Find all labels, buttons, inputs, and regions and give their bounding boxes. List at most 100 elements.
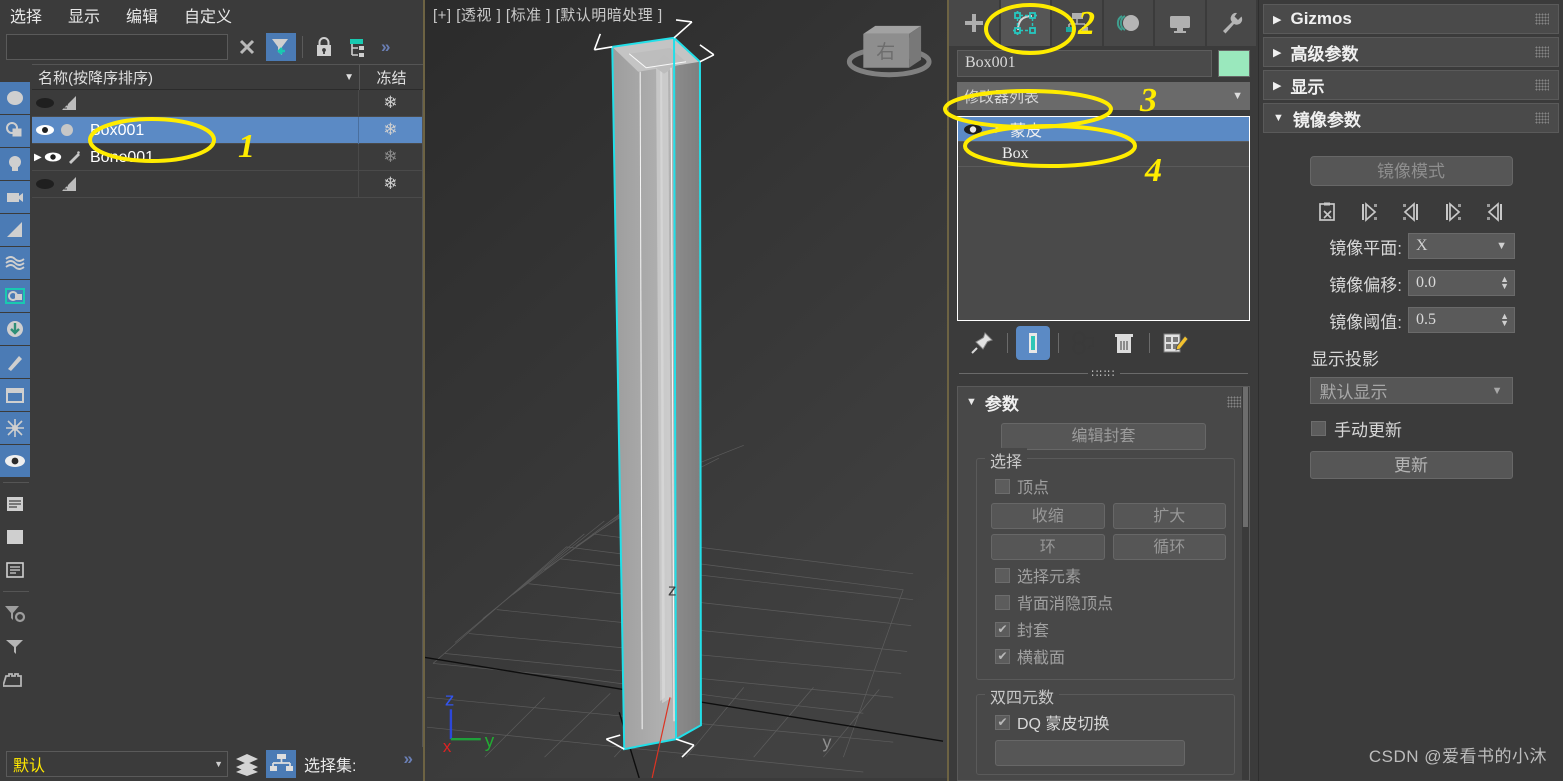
backface-cull-row[interactable]: 背面消隐顶点: [995, 590, 1226, 614]
modifier-stack[interactable]: ▶ 蒙皮 Box: [957, 116, 1250, 321]
chevron-down-icon[interactable]: ▼: [1232, 90, 1243, 102]
table-row[interactable]: ❄: [32, 170, 422, 198]
layers-stack-icon[interactable]: [232, 750, 262, 778]
table-row[interactable]: ▶ Bone001 ❄: [32, 143, 422, 171]
row-frozen-cell[interactable]: ❄: [359, 147, 422, 167]
spinner-arrows-icon[interactable]: ▲ ▼: [1500, 275, 1509, 291]
paste-green-to-blue-icon[interactable]: [1401, 202, 1421, 222]
mirror-paste-icon[interactable]: [1317, 202, 1337, 222]
edit-envelope-button[interactable]: 编辑封套: [1001, 423, 1206, 450]
hierarchy-icon[interactable]: [343, 33, 373, 61]
checkbox-checked[interactable]: ✔: [995, 714, 1010, 730]
chevron-down-icon[interactable]: ▼: [214, 759, 223, 769]
visibility-eye-icon[interactable]: [0, 445, 30, 477]
manual-update-row[interactable]: 手动更新: [1311, 416, 1559, 441]
search-input[interactable]: [6, 34, 228, 60]
expand-triangle-icon[interactable]: ▶: [34, 152, 42, 163]
panel-resize-handle[interactable]: ∷∷∷: [959, 367, 1248, 380]
space-warps-icon[interactable]: [0, 247, 30, 279]
containers-icon[interactable]: [0, 379, 30, 411]
object-color-swatch[interactable]: [1218, 49, 1250, 77]
spinner-arrows-icon[interactable]: ▲ ▼: [1500, 312, 1509, 328]
statusbar-overflow-icon[interactable]: »: [404, 749, 413, 769]
hierarchy-tab[interactable]: [1052, 0, 1102, 46]
menu-customize[interactable]: 自定义: [184, 3, 232, 27]
xrefs-icon[interactable]: [0, 313, 30, 345]
mirror-offset-stepper[interactable]: 0.0 ▲ ▼: [1408, 270, 1515, 296]
paste-green-to-blue-vertex-icon[interactable]: [1485, 202, 1505, 222]
column-name-header[interactable]: 名称(按降序排序) ▼: [32, 64, 360, 90]
particles-icon[interactable]: [0, 412, 30, 444]
row-name[interactable]: [86, 170, 359, 198]
modifier-stack-item-box[interactable]: Box: [958, 142, 1249, 167]
layer-selector[interactable]: 默认 ▼: [6, 751, 228, 777]
layers-list-icon[interactable]: [0, 488, 30, 520]
viewport-perspective[interactable]: [+] [透视 ] [标准 ] [默认明暗处理 ] z y z y x 右: [425, 0, 949, 781]
table-row[interactable]: Box001 ❄: [32, 116, 422, 144]
chevron-down-icon[interactable]: ▼: [1496, 240, 1507, 252]
properties-icon[interactable]: [0, 554, 30, 586]
triangle-right-icon[interactable]: ▶: [1273, 46, 1281, 59]
blank-square-icon[interactable]: [0, 521, 30, 553]
chevron-down-icon[interactable]: ▼: [344, 72, 354, 83]
pin-stack-icon[interactable]: [965, 326, 999, 360]
show-end-result-icon[interactable]: [1016, 326, 1050, 360]
paste-blue-to-green-vertex-icon[interactable]: [1443, 202, 1463, 222]
shapes-icon[interactable]: [0, 115, 30, 147]
modify-tab[interactable]: [1000, 0, 1050, 46]
filter-icon[interactable]: [266, 33, 296, 61]
row-name[interactable]: [86, 90, 359, 117]
shrink-button[interactable]: 收缩: [991, 503, 1105, 529]
update-button[interactable]: 更新: [1309, 451, 1513, 479]
viewport-label[interactable]: [+] [透视 ] [标准 ] [默认明暗处理 ]: [433, 4, 663, 25]
modifier-eye-icon[interactable]: [958, 123, 988, 136]
row-frozen-cell[interactable]: ❄: [359, 120, 422, 140]
grow-button[interactable]: 扩大: [1112, 503, 1226, 529]
mirror-threshold-stepper[interactable]: 0.5 ▲ ▼: [1408, 307, 1515, 333]
rollout-mirror-params[interactable]: ▼ 镜像参数: [1263, 103, 1559, 133]
mirror-mode-button[interactable]: 镜像模式: [1309, 156, 1513, 186]
triangle-down-icon[interactable]: ▼: [1273, 112, 1284, 124]
rollout-gizmos[interactable]: ▶ Gizmos: [1263, 4, 1559, 34]
expand-triangle-icon[interactable]: ▶: [988, 124, 1010, 135]
row-name[interactable]: Bone001: [86, 143, 359, 171]
cross-section-row[interactable]: ✔ 横截面: [995, 644, 1226, 668]
checkbox[interactable]: [1311, 421, 1326, 436]
dq-skin-toggle-row[interactable]: ✔ DQ 蒙皮切换: [995, 710, 1226, 734]
dq-extra-button[interactable]: [995, 740, 1185, 766]
helpers-icon[interactable]: [0, 214, 30, 246]
panel-scrollbar[interactable]: [1242, 387, 1249, 780]
chevron-down-icon[interactable]: ▼: [1492, 385, 1503, 397]
filter-funnel-icon[interactable]: [0, 630, 30, 662]
utilities-tab[interactable]: [1206, 0, 1256, 46]
rollout-display[interactable]: ▶ 显示: [1263, 70, 1559, 100]
mirror-plane-select[interactable]: X ▼: [1408, 233, 1515, 259]
remove-modifier-icon[interactable]: [1107, 326, 1141, 360]
viewport-canvas[interactable]: z . . . . . . . . y z y x: [425, 0, 947, 779]
filter-gear-icon[interactable]: [0, 597, 30, 629]
cameras-icon[interactable]: [0, 181, 30, 213]
create-tab[interactable]: [949, 0, 999, 46]
checkbox[interactable]: [995, 478, 1010, 494]
select-element-row[interactable]: 选择元素: [995, 563, 1226, 587]
container-icon[interactable]: [0, 663, 30, 695]
paste-blue-to-green-icon[interactable]: [1359, 202, 1379, 222]
lock-icon[interactable]: [309, 33, 339, 61]
triangle-right-icon[interactable]: ▶: [1273, 13, 1281, 26]
toolbar-overflow-icon[interactable]: »: [381, 37, 390, 57]
vertex-checkbox-row[interactable]: 顶点: [995, 474, 1226, 498]
display-tab[interactable]: [1155, 0, 1205, 46]
geometry-sphere-icon[interactable]: [0, 82, 30, 114]
parameters-rollout-header[interactable]: ▼ 参数: [958, 387, 1249, 417]
modifier-list-dropdown[interactable]: 修改器列表 ▼: [957, 82, 1250, 110]
make-unique-icon[interactable]: [1067, 326, 1101, 360]
clear-x-icon[interactable]: [232, 33, 262, 61]
display-projection-select[interactable]: 默认显示 ▼: [1309, 377, 1513, 404]
row-frozen-cell[interactable]: ❄: [359, 174, 422, 194]
checkbox[interactable]: [995, 594, 1010, 610]
groups-icon[interactable]: [0, 280, 30, 312]
rollout-advanced-params[interactable]: ▶ 高级参数: [1263, 37, 1559, 67]
menu-edit[interactable]: 编辑: [126, 3, 158, 27]
menu-select[interactable]: 选择: [10, 3, 42, 27]
checkbox-checked[interactable]: ✔: [995, 621, 1010, 637]
